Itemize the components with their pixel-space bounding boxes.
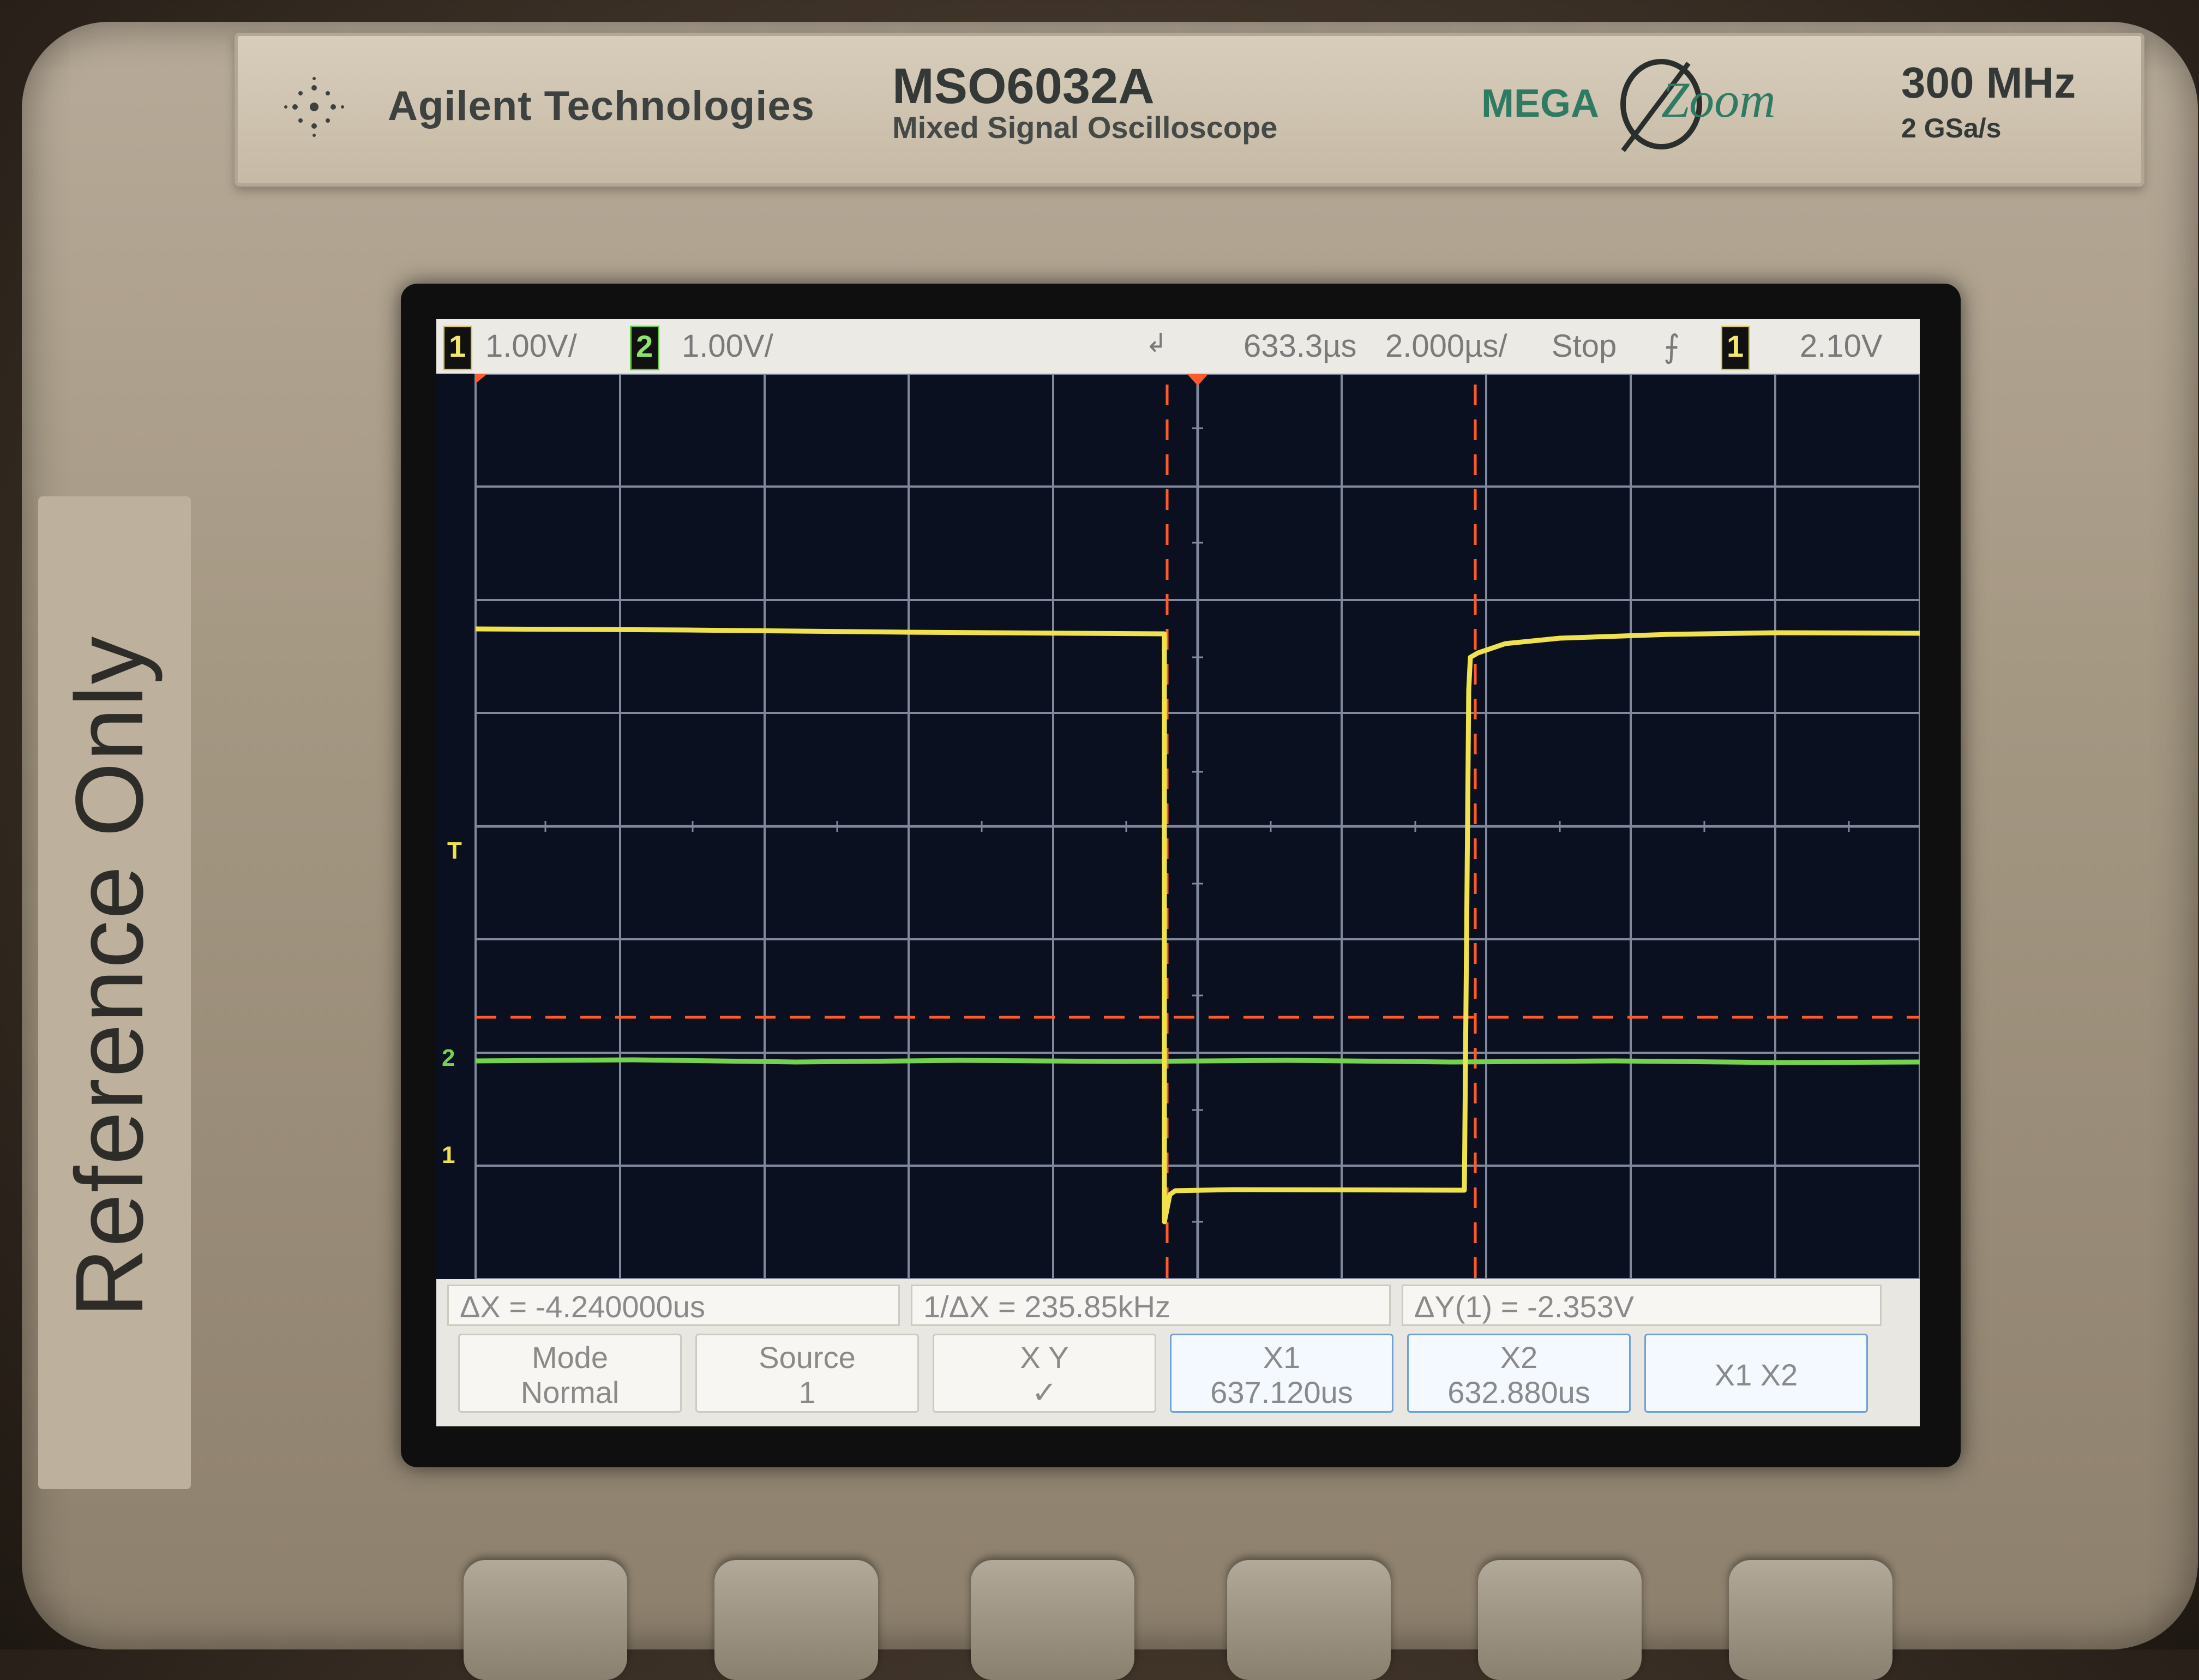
trigger-position-icon: ↲ <box>1145 329 1168 358</box>
ch2-ground-marker: 2 <box>442 1045 455 1071</box>
trigger-level: 2.10V <box>1800 328 1883 364</box>
softkey-x2[interactable]: X2 632.880us <box>1407 1334 1631 1413</box>
oscilloscope-display: 1 1.00V/ 2 1.00V/ ↲ 633.3µs 2.000µs/ Sto… <box>436 319 1920 1426</box>
trigger-edge-icon: ⨍ <box>1663 329 1680 364</box>
hardware-softkey-3[interactable] <box>971 1560 1134 1680</box>
waveform-graticule <box>474 374 1920 1280</box>
inverse-delta-x-readout: 1/ΔX = 235.85kHz <box>911 1285 1391 1326</box>
reference-only-text: Reference Only <box>56 635 163 1318</box>
ch1-indicator[interactable]: 1 <box>443 326 472 370</box>
ch2-waveform <box>475 1057 1920 1065</box>
hardware-softkey-1[interactable] <box>464 1560 627 1680</box>
softkey-x-y[interactable]: X Y ✓ <box>933 1334 1156 1413</box>
model-number: MSO6032A <box>892 58 1155 114</box>
softkey-source[interactable]: Source 1 <box>695 1334 919 1413</box>
status-bar: 1 1.00V/ 2 1.00V/ ↲ 633.3µs 2.000µs/ Sto… <box>436 319 1920 374</box>
ch1-ground-marker: 1 <box>442 1142 455 1168</box>
trigger-level-marker: T <box>447 837 462 864</box>
hardware-softkey-2[interactable] <box>714 1560 878 1680</box>
company-name: Agilent Technologies <box>388 83 815 129</box>
megazoom-zoom-text: Zoom <box>1661 72 1776 128</box>
sample-rate-label: 2 GSa/s <box>1901 113 2002 143</box>
megazoom-logo: MEGA Zoom <box>1481 59 1776 152</box>
softkey-x1[interactable]: X1 637.120us <box>1170 1334 1393 1413</box>
delta-x-readout: ΔX = -4.240000us <box>447 1285 900 1326</box>
trigger-source-indicator: 1 <box>1721 326 1750 370</box>
ch2-indicator[interactable]: 2 <box>630 326 659 370</box>
reference-only-sticker: Reference Only <box>38 496 191 1489</box>
time-delay: 633.3µs <box>1243 328 1357 364</box>
hardware-softkey-5[interactable] <box>1478 1560 1642 1680</box>
time-reference-marker <box>476 374 488 383</box>
trigger-position-marker <box>1187 374 1209 386</box>
softkey-mode[interactable]: Mode Normal <box>458 1334 682 1413</box>
delta-y-readout: ΔY(1) = -2.353V <box>1402 1285 1882 1326</box>
run-state: Stop <box>1552 328 1617 364</box>
brand-strip: Agilent Technologies MSO6032A Mixed Sign… <box>235 33 2144 187</box>
model-subtitle: Mixed Signal Oscilloscope <box>892 110 1278 145</box>
time-scale: 2.000µs/ <box>1385 328 1507 364</box>
hardware-softkey-4[interactable] <box>1227 1560 1391 1680</box>
ch2-scale: 1.00V/ <box>682 328 773 364</box>
megazoom-mega-text: MEGA <box>1481 82 1599 125</box>
softkey-panel: ΔX = -4.240000us 1/ΔX = 235.85kHz ΔY(1) … <box>436 1279 1920 1426</box>
hardware-softkey-6[interactable] <box>1729 1560 1892 1680</box>
agilent-spark-logo <box>284 77 344 137</box>
bandwidth-label: 300 MHz <box>1901 58 2076 107</box>
softkey-x1-x2[interactable]: X1 X2 <box>1644 1334 1868 1413</box>
ch1-scale: 1.00V/ <box>485 328 577 364</box>
